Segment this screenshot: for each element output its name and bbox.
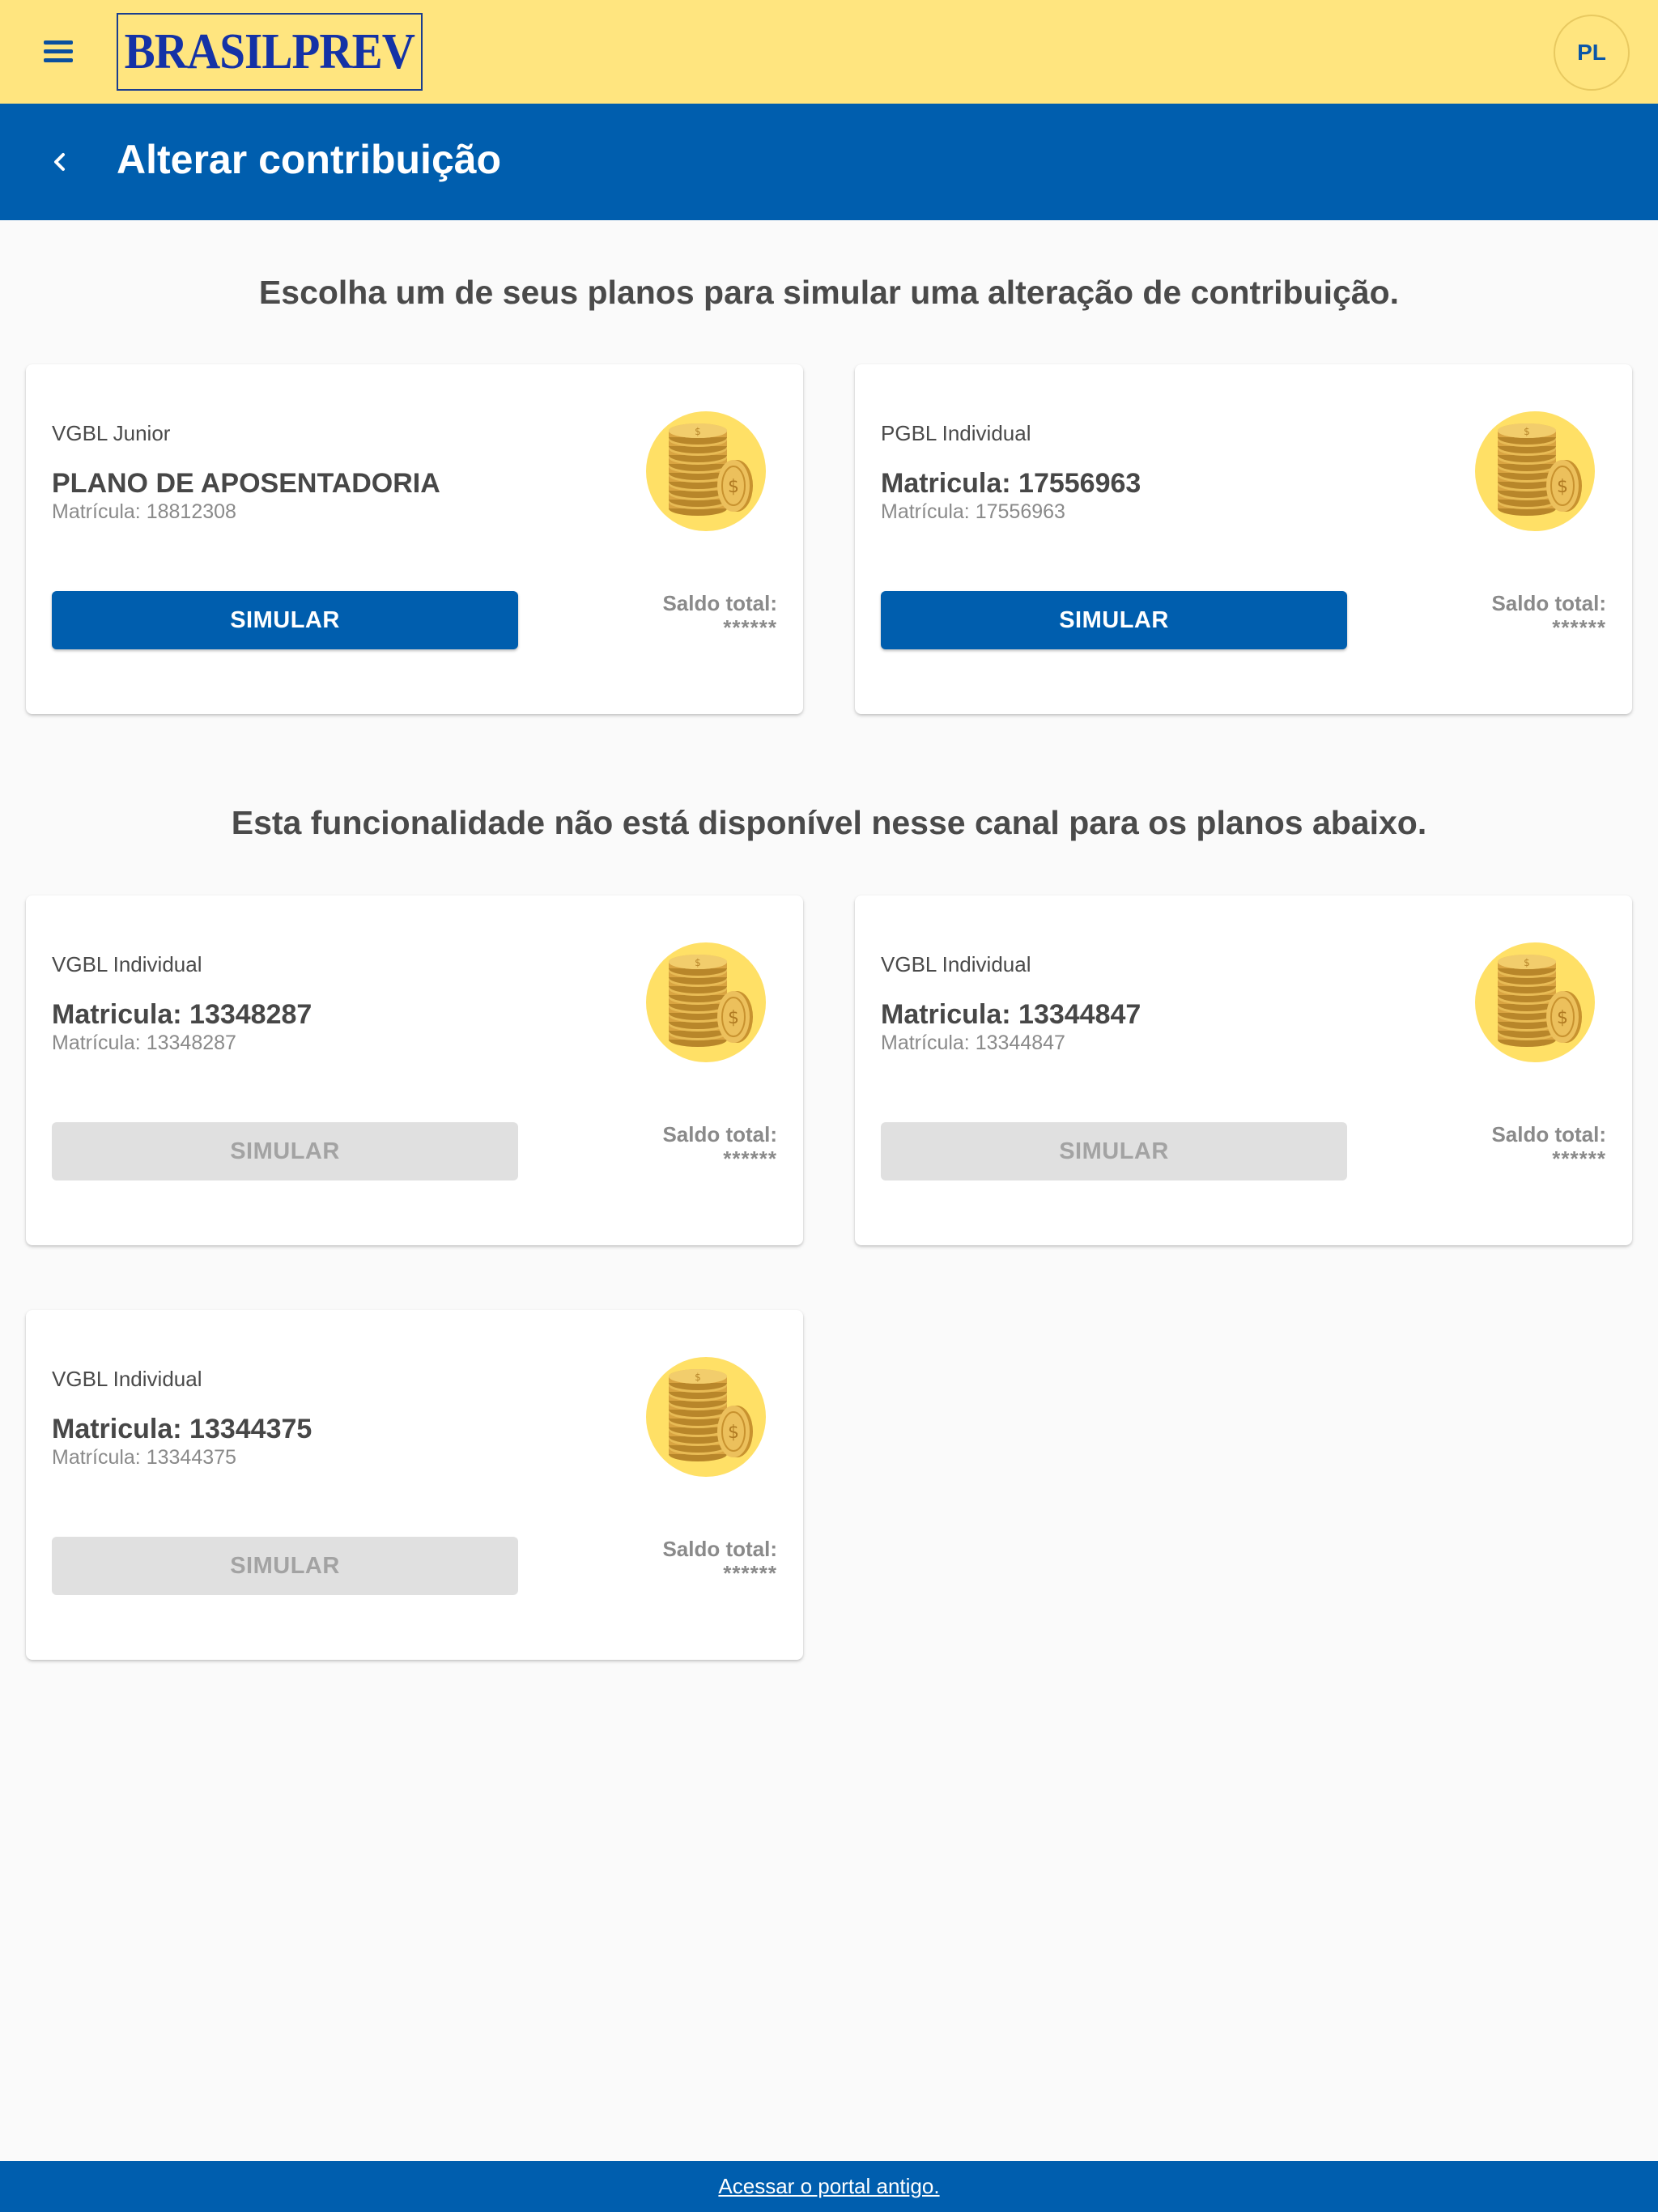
plan-type: VGBL Individual (52, 952, 202, 976)
svg-text:$: $ (728, 477, 739, 497)
logo-text: BRASILPREV (124, 23, 415, 79)
plan-registration: Matrícula: 13344847 (881, 1032, 1065, 1054)
balance-value: ****** (723, 615, 777, 640)
svg-text:$: $ (728, 1423, 739, 1443)
plan-card: VGBL Junior PLANO DE APOSENTADORIA Matrícu… (26, 364, 803, 714)
coin-stack-icon: $ $ (646, 933, 766, 1062)
page-title: Alterar contribuição (117, 137, 502, 182)
plan-name: Matricula: 17556963 (881, 468, 1141, 499)
plan-registration: Matrícula: 18812308 (52, 500, 236, 523)
balance-value: ****** (723, 1561, 777, 1585)
simulate-button: SIMULAR (52, 1122, 518, 1180)
unavailable-plans-heading: Esta funcionalidade não está disponível … (231, 804, 1427, 841)
plan-name: Matricula: 13344375 (52, 1414, 312, 1444)
plan-name: Matricula: 13344847 (881, 999, 1141, 1030)
svg-text:$: $ (1557, 1008, 1568, 1028)
svg-text:$: $ (1524, 426, 1530, 437)
svg-text:$: $ (728, 1008, 739, 1028)
balance-value: ****** (1552, 615, 1606, 640)
balance-label: Saldo total: (662, 591, 777, 615)
svg-text:$: $ (1524, 957, 1530, 968)
balance-value: ****** (1552, 1146, 1606, 1171)
page-header: Alterar contribuição (0, 104, 1658, 220)
plan-name: PLANO DE APOSENTADORIA (52, 468, 440, 499)
footer-bar: Acessar o portal antigo. (0, 2161, 1658, 2212)
brand-logo[interactable]: BRASILPREV (117, 13, 423, 91)
balance-value: ****** (723, 1146, 777, 1171)
plan-card: VGBL Individual Matricula: 13344375 Matríc… (26, 1310, 803, 1660)
svg-text:$: $ (695, 1372, 701, 1383)
coin-stack-icon: $ $ (1475, 402, 1595, 531)
plan-card: PGBL Individual Matricula: 17556963 Matríc… (855, 364, 1632, 714)
chevron-left-icon[interactable] (42, 144, 78, 180)
coin-stack-icon: $ $ (1475, 933, 1595, 1062)
available-plans-heading: Escolha um de seus planos para simular u… (258, 274, 1400, 311)
coin-stack-icon: $ $ (646, 1347, 766, 1477)
simulate-button[interactable]: SIMULAR (881, 591, 1347, 649)
plan-type: VGBL Individual (52, 1367, 202, 1391)
svg-text:$: $ (695, 957, 701, 968)
top-app-bar: BRASILPREV PL (0, 0, 1658, 104)
simulate-button: SIMULAR (881, 1122, 1347, 1180)
plan-registration: Matrícula: 13344375 (52, 1446, 236, 1469)
balance-label: Saldo total: (1491, 1122, 1606, 1146)
balance-label: Saldo total: (662, 1537, 777, 1561)
simulate-button[interactable]: SIMULAR (52, 591, 518, 649)
plan-registration: Matrícula: 17556963 (881, 500, 1065, 523)
plan-name: Matricula: 13348287 (52, 999, 312, 1030)
balance-label: Saldo total: (1491, 591, 1606, 615)
plan-type: PGBL Individual (881, 421, 1031, 445)
plan-type: VGBL Individual (881, 952, 1031, 976)
plan-card: VGBL Individual Matricula: 13348287 Matríc… (26, 895, 803, 1245)
coin-stack-icon: $ $ (646, 402, 766, 531)
old-portal-link[interactable]: Acessar o portal antigo. (718, 2174, 939, 2199)
user-avatar[interactable]: PL (1554, 15, 1630, 91)
plan-type: VGBL Junior (52, 421, 171, 445)
hamburger-menu-icon[interactable] (40, 36, 76, 68)
plan-card: VGBL Individual Matricula: 13344847 Matríc… (855, 895, 1632, 1245)
balance-label: Saldo total: (662, 1122, 777, 1146)
plan-registration: Matrícula: 13348287 (52, 1032, 236, 1054)
simulate-button: SIMULAR (52, 1537, 518, 1595)
svg-text:$: $ (1557, 477, 1568, 497)
svg-text:$: $ (695, 426, 701, 437)
